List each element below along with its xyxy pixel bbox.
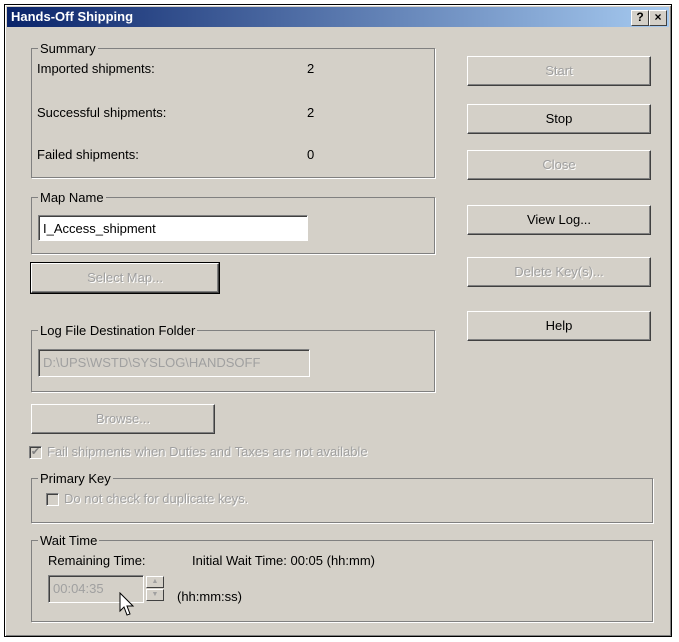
view-log-button[interactable]: View Log... (467, 205, 651, 235)
map-name-legend: Map Name (38, 190, 106, 205)
title-bar: Hands-Off Shipping ? × (7, 7, 669, 27)
successful-value: 2 (307, 105, 315, 120)
hands-off-shipping-dialog: Hands-Off Shipping ? × Summary Imported … (4, 4, 672, 637)
select-map-button[interactable]: Select Map... (30, 262, 220, 294)
mouse-cursor-icon (119, 592, 135, 616)
close-title-button[interactable]: × (649, 10, 667, 26)
delete-keys-button[interactable]: Delete Key(s)... (467, 257, 651, 287)
spin-down-button[interactable]: ▼ (146, 589, 164, 601)
primary-key-legend: Primary Key (38, 471, 113, 486)
time-unit-label: (hh:mm:ss) (177, 589, 242, 604)
summary-group: Summary Imported shipments: 2 Successful… (31, 41, 435, 178)
start-button[interactable]: Start (467, 56, 651, 86)
initial-wait-time-label: Initial Wait Time: 00:05 (hh:mm) (192, 553, 376, 568)
window-title: Hands-Off Shipping (11, 9, 134, 24)
duplicate-keys-checkbox[interactable] (46, 493, 59, 506)
duplicate-keys-label: Do not check for duplicate keys. (64, 491, 249, 506)
log-folder-legend: Log File Destination Folder (38, 323, 198, 338)
log-folder-field[interactable]: D:\UPS\WSTD\SYSLOG\HANDSOFF (38, 349, 310, 377)
close-button[interactable]: Close (467, 150, 651, 180)
failed-label: Failed shipments: (37, 147, 139, 162)
map-name-field[interactable]: I_Access_shipment (38, 215, 308, 241)
fail-duties-checkbox[interactable]: ✔ (29, 446, 42, 459)
help-title-button[interactable]: ? (631, 10, 649, 26)
wait-time-legend: Wait Time (38, 533, 100, 548)
imported-value: 2 (307, 61, 315, 76)
successful-label: Successful shipments: (37, 105, 167, 120)
spin-up-button[interactable]: ▲ (146, 576, 164, 588)
map-name-group: Map Name I_Access_shipment (31, 190, 435, 254)
browse-button[interactable]: Browse... (31, 404, 215, 434)
imported-label: Imported shipments: (37, 61, 155, 76)
summary-legend: Summary (38, 41, 98, 56)
failed-value: 0 (307, 147, 315, 162)
help-button[interactable]: Help (467, 311, 651, 341)
log-folder-group: Log File Destination Folder D:\UPS\WSTD\… (31, 323, 435, 392)
fail-duties-label: Fail shipments when Duties and Taxes are… (47, 444, 368, 459)
stop-button[interactable]: Stop (467, 104, 651, 134)
primary-key-group: Primary Key Do not check for duplicate k… (31, 471, 653, 523)
remaining-time-label: Remaining Time: (48, 553, 146, 568)
